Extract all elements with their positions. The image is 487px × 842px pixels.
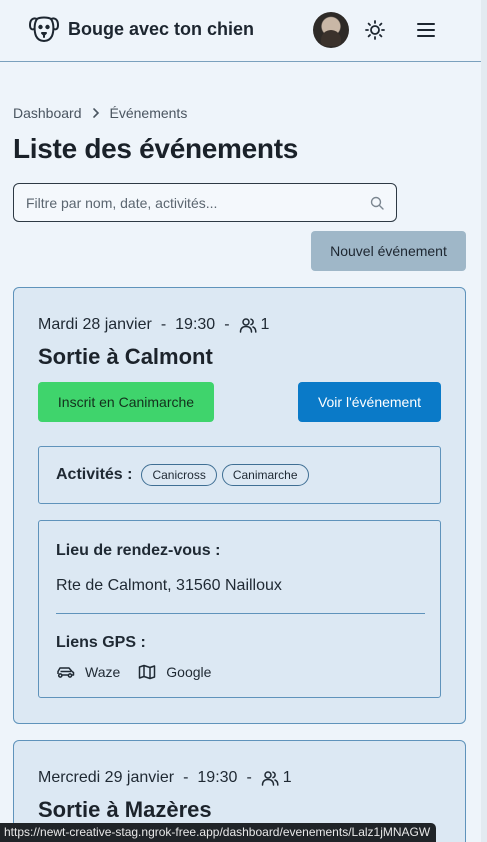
waze-link[interactable]: Waze [56,664,120,680]
google-link-label: Google [166,664,212,680]
user-avatar[interactable] [313,12,349,48]
brand[interactable]: Bouge avec ton chien [28,14,254,44]
chevron-right-icon [92,108,99,118]
activity-chip: Canicross [141,464,217,486]
activity-chip: Canimarche [221,464,309,486]
participants-count: 1 [260,316,270,333]
event-title: Sortie à Calmont [38,344,213,369]
users-icon [239,318,257,333]
event-card: Mardi 28 janvier - 19:30 - 1 Sortie à Ca… [13,287,466,724]
hamburger-icon [417,23,435,37]
sun-icon [365,20,385,40]
page-title: Liste des événements [13,133,299,164]
search-icon [370,196,384,210]
google-maps-link[interactable]: Google [138,664,211,680]
event-time: 19:30 [175,316,216,333]
meeting-address: Rte de Calmont, 31560 Nailloux [56,577,282,594]
event-meta: Mercredi 29 janvier - 19:30 - 1 [38,769,292,787]
event-time: 19:30 [197,769,238,786]
breadcrumb-events: Événements [109,105,188,121]
meeting-place-panel: Lieu de rendez-vous : Rte de Calmont, 31… [38,520,441,698]
app-header: Bouge avec ton chien [0,0,481,62]
theme-toggle-button[interactable] [364,19,386,41]
gps-links: Waze Google [56,664,229,680]
breadcrumb: Dashboard Événements [13,105,187,121]
search-field[interactable] [13,183,397,222]
search-input[interactable] [26,193,356,213]
gps-links-label: Liens GPS : [56,634,146,651]
event-date: Mercredi 29 janvier [38,769,175,786]
map-icon [139,664,156,680]
menu-button[interactable] [415,19,437,41]
users-icon [261,771,279,786]
divider [56,613,425,614]
event-title: Sortie à Mazères [38,797,212,822]
meta-separator: - [160,316,167,333]
event-date: Mardi 28 janvier [38,316,152,333]
link-status-bar: https://newt-creative-stag.ngrok-free.ap… [0,823,437,842]
event-meta: Mardi 28 janvier - 19:30 - 1 [38,316,269,334]
activities-label: Activités : [56,466,133,483]
waze-link-label: Waze [85,664,121,680]
meta-separator: - [246,769,252,786]
page-scrollbar[interactable] [481,0,487,842]
breadcrumb-dashboard[interactable]: Dashboard [13,105,82,121]
car-icon [57,667,75,678]
registration-status-button[interactable]: Inscrit en Canimarche [38,382,214,422]
new-event-button[interactable]: Nouvel événement [311,231,466,271]
participants-count: 1 [282,769,292,786]
dog-icon [29,16,59,42]
activities-panel: Activités : Canicross Canimarche [38,446,441,504]
meeting-place-label: Lieu de rendez-vous : [56,542,221,559]
meta-separator: - [224,316,230,333]
view-event-button[interactable]: Voir l'événement [298,382,441,422]
meta-separator: - [183,769,189,786]
app-title: Bouge avec ton chien [68,18,255,39]
